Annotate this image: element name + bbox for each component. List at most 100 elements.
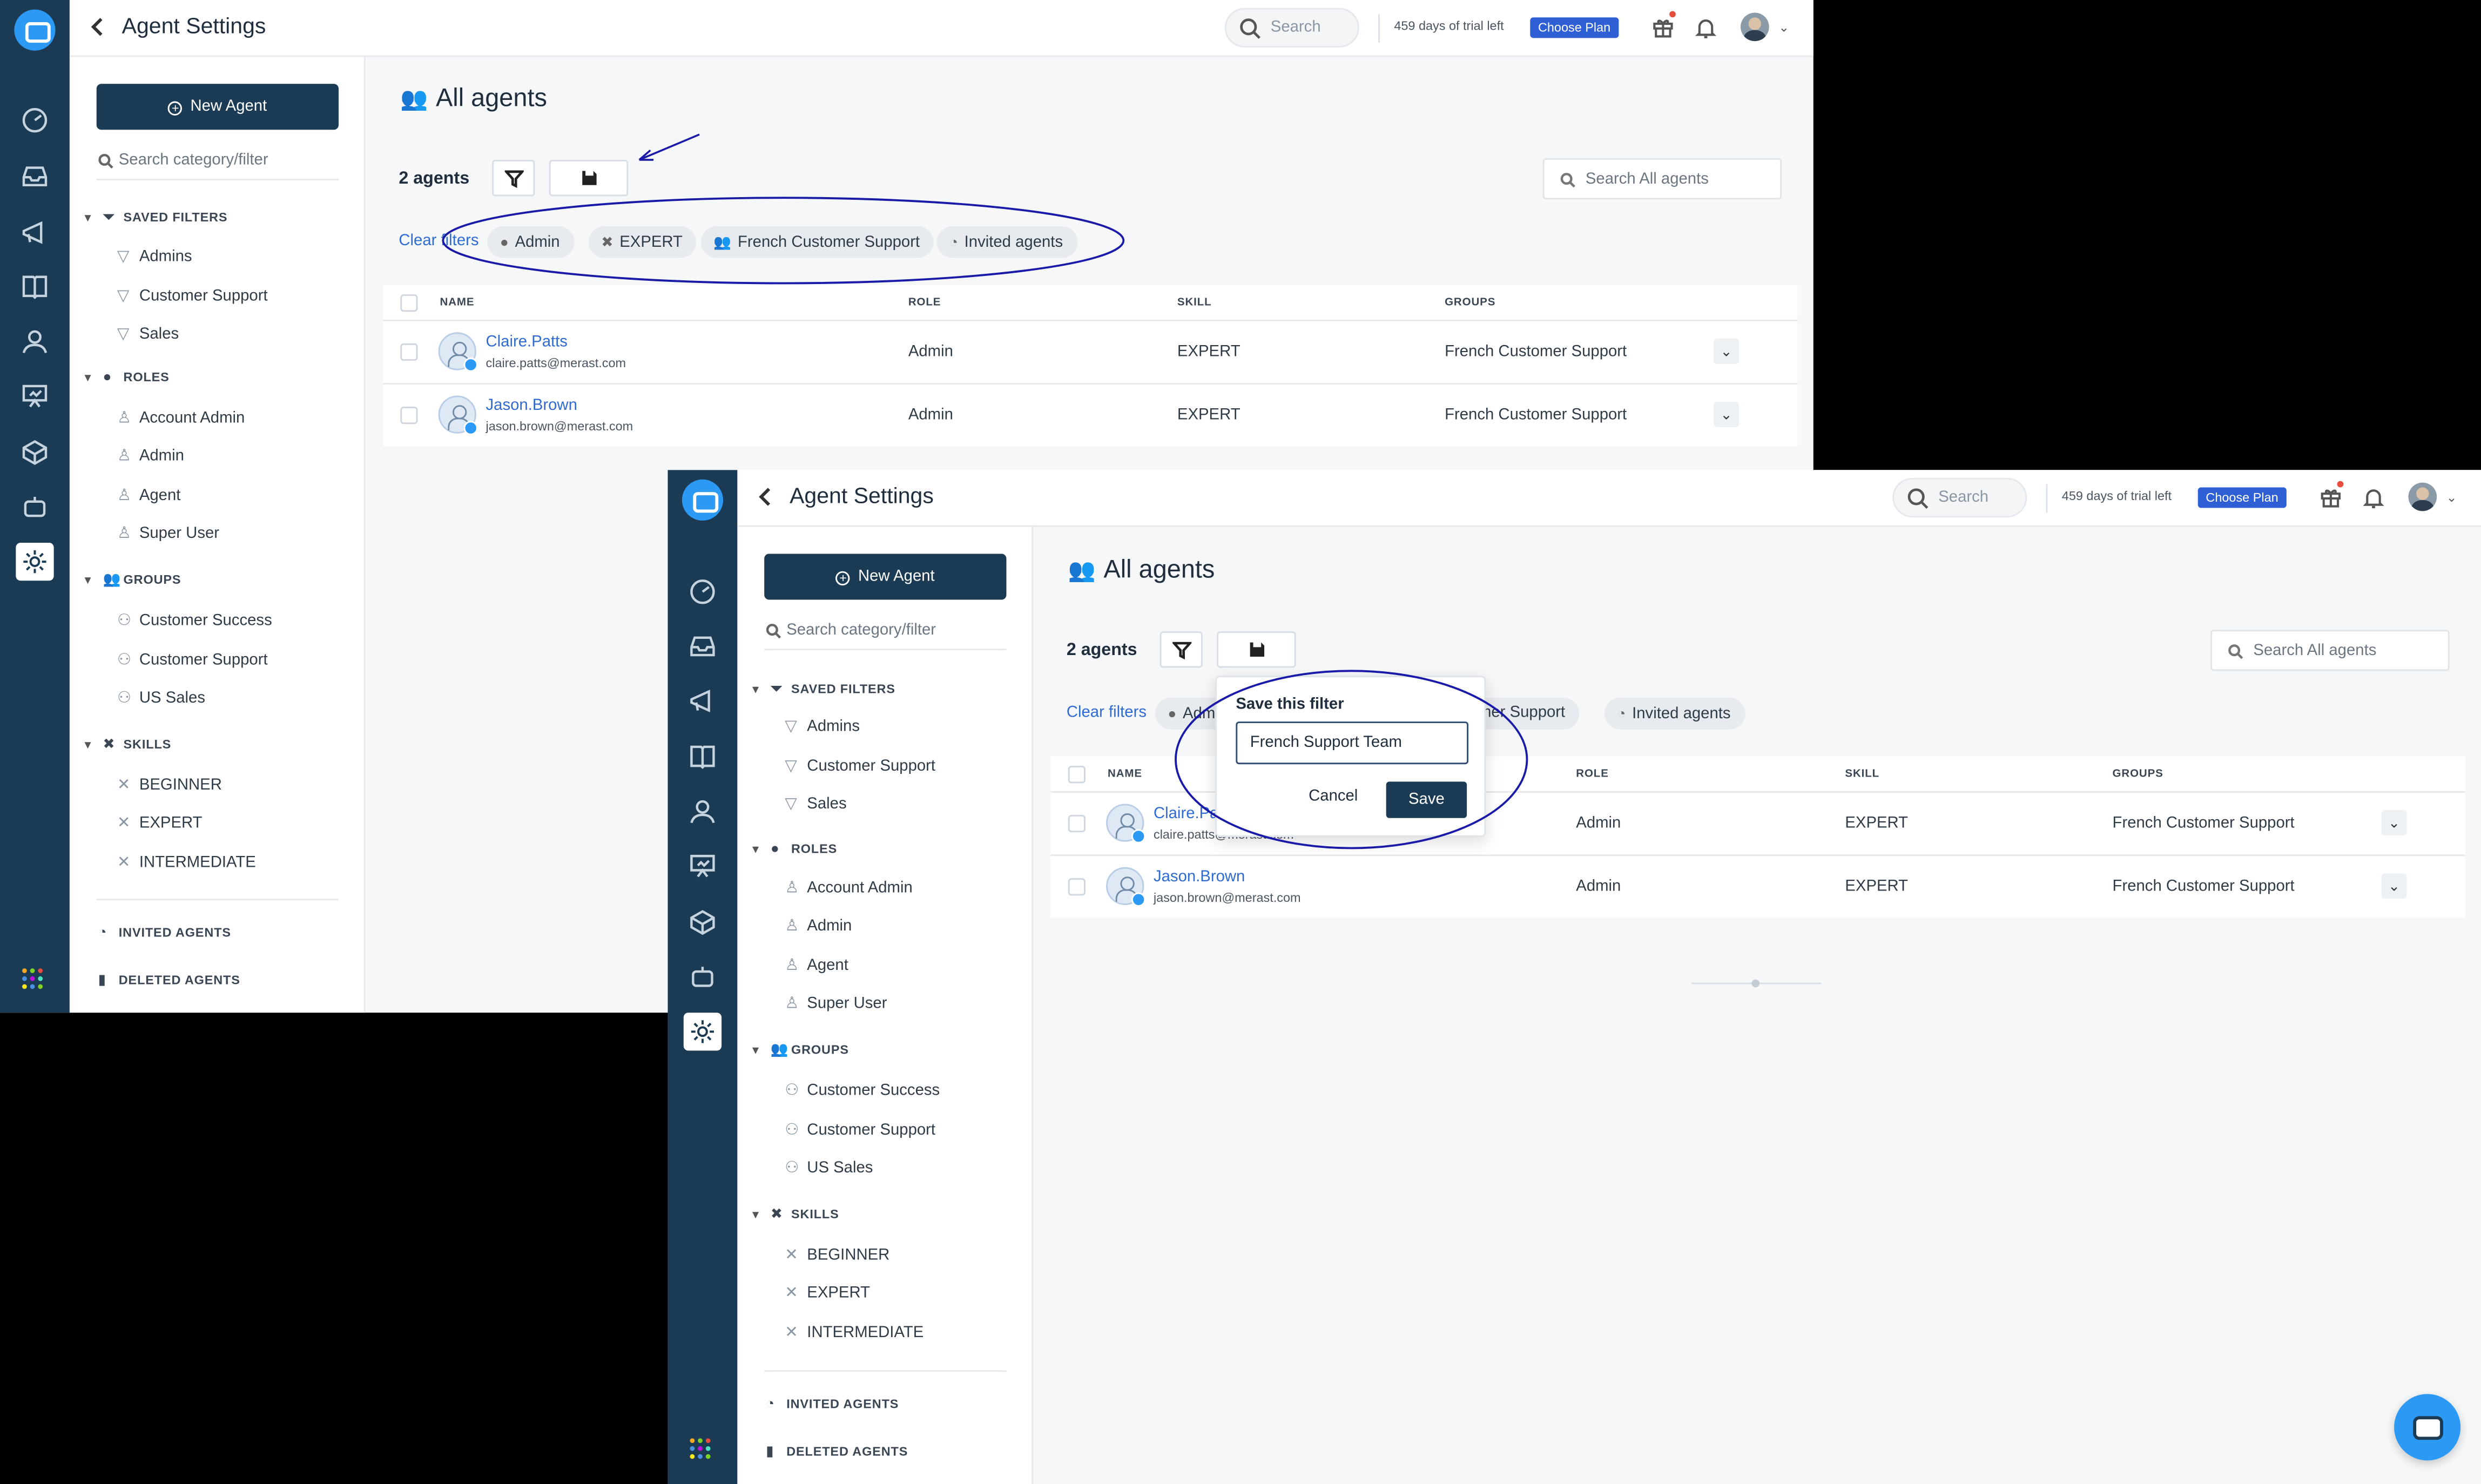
row-expand-chevron-icon[interactable]: ⌄ bbox=[1714, 339, 1740, 364]
section-roles[interactable]: ▼ ● ROLES bbox=[82, 369, 169, 385]
chevron-down-icon[interactable]: ⌄ bbox=[2446, 490, 2457, 504]
filter-chip-french-customer-support[interactable]: 👥 French Customer Support bbox=[700, 226, 934, 258]
row-checkbox[interactable] bbox=[1068, 878, 1086, 896]
skill-intermediate[interactable]: ✕ INTERMEDIATE bbox=[785, 1324, 923, 1341]
app-logo-icon[interactable] bbox=[682, 479, 724, 521]
app-logo-icon[interactable] bbox=[14, 9, 56, 51]
role-agent[interactable]: ♙ Agent bbox=[117, 487, 181, 504]
campaigns-icon[interactable] bbox=[19, 217, 51, 248]
save-filter-button[interactable] bbox=[549, 159, 629, 197]
filter-chip-invited-agents[interactable]: ◔ Invited agents bbox=[936, 226, 1077, 258]
row-expand-chevron-icon[interactable]: ⌄ bbox=[1714, 402, 1740, 428]
group-us-sales[interactable]: ⚇ US Sales bbox=[785, 1160, 873, 1177]
column-header-skill[interactable]: SKILL bbox=[1845, 769, 1879, 780]
skill-beginner[interactable]: ✕ BEGINNER bbox=[785, 1247, 889, 1264]
new-agent-button[interactable]: + New Agent bbox=[96, 84, 339, 130]
user-avatar[interactable] bbox=[1741, 12, 1769, 42]
back-arrow-icon[interactable] bbox=[85, 14, 111, 39]
marketplace-icon[interactable] bbox=[19, 437, 51, 469]
table-row[interactable]: Jason.Brown jason.brown@merast.com Admin… bbox=[1051, 856, 2465, 919]
deleted-agents-link[interactable]: ▮ DELETED AGENTS bbox=[98, 972, 240, 989]
skill-intermediate[interactable]: ✕ INTERMEDIATE bbox=[117, 854, 256, 872]
skill-expert[interactable]: ✕ EXPERT bbox=[785, 1285, 870, 1302]
back-arrow-icon[interactable] bbox=[753, 484, 779, 510]
role-admin[interactable]: ♙ Admin bbox=[117, 448, 184, 465]
role-admin[interactable]: ♙ Admin bbox=[785, 918, 852, 935]
saved-filter-sales[interactable]: ▽ Sales bbox=[785, 796, 846, 813]
save-button[interactable]: Save bbox=[1386, 781, 1467, 818]
gift-icon[interactable] bbox=[2320, 481, 2344, 508]
saved-filter-admins[interactable]: ▽ Admins bbox=[785, 718, 860, 736]
chevron-down-icon[interactable]: ⌄ bbox=[1778, 21, 1789, 35]
select-all-checkbox[interactable] bbox=[400, 294, 418, 312]
contacts-icon[interactable] bbox=[687, 796, 719, 828]
search-all-agents-input[interactable]: Search All agents bbox=[1542, 158, 1782, 200]
search-all-agents-input[interactable]: Search All agents bbox=[2210, 630, 2450, 671]
filter-button[interactable] bbox=[492, 159, 535, 197]
reports-icon[interactable] bbox=[687, 849, 719, 881]
apps-grid-icon[interactable] bbox=[22, 968, 44, 990]
saved-filter-customer-support[interactable]: ▽ Customer Support bbox=[117, 288, 268, 305]
section-saved-filters[interactable]: ▼ ⏷ SAVED FILTERS bbox=[82, 209, 227, 226]
filter-chip-expert[interactable]: ✖ EXPERT bbox=[588, 226, 697, 258]
role-agent[interactable]: ♙ Agent bbox=[785, 957, 848, 975]
category-search-input[interactable]: Search category/filter bbox=[96, 149, 339, 181]
column-header-skill[interactable]: SKILL bbox=[1177, 298, 1212, 309]
clear-filters-link[interactable]: Clear filters bbox=[1067, 704, 1147, 721]
chat-widget-button[interactable] bbox=[2394, 1394, 2461, 1461]
role-super-user[interactable]: ♙ Super User bbox=[785, 995, 887, 1013]
skill-expert[interactable]: ✕ EXPERT bbox=[117, 815, 203, 832]
group-customer-success[interactable]: ⚇ Customer Success bbox=[117, 612, 272, 630]
inbox-icon[interactable] bbox=[19, 160, 51, 192]
global-search[interactable]: Search bbox=[1892, 477, 2027, 518]
invited-agents-link[interactable]: ◔ INVITED AGENTS bbox=[766, 1395, 899, 1411]
campaigns-icon[interactable] bbox=[687, 685, 719, 717]
saved-filter-customer-support[interactable]: ▽ Customer Support bbox=[785, 758, 935, 775]
saved-filter-admins[interactable]: ▽ Admins bbox=[117, 248, 192, 266]
bot-icon[interactable] bbox=[19, 490, 51, 522]
category-search-input[interactable]: Search category/filter bbox=[764, 619, 1007, 651]
row-expand-chevron-icon[interactable]: ⌄ bbox=[2381, 810, 2407, 836]
new-agent-button[interactable]: + New Agent bbox=[764, 554, 1007, 600]
saved-filter-sales[interactable]: ▽ Sales bbox=[117, 326, 179, 343]
filter-button[interactable] bbox=[1159, 631, 1203, 668]
role-account-admin[interactable]: ♙ Account Admin bbox=[785, 880, 913, 897]
column-header-role[interactable]: ROLE bbox=[908, 298, 941, 309]
inbox-icon[interactable] bbox=[687, 630, 719, 662]
user-avatar[interactable] bbox=[2408, 482, 2437, 511]
apps-grid-icon[interactable] bbox=[690, 1438, 712, 1460]
column-header-groups[interactable]: GROUPS bbox=[1445, 298, 1495, 309]
column-header-groups[interactable]: GROUPS bbox=[2113, 769, 2163, 780]
choose-plan-button[interactable]: Choose Plan bbox=[2197, 487, 2287, 508]
section-groups[interactable]: ▼ 👥 GROUPS bbox=[82, 571, 181, 589]
dashboard-icon[interactable] bbox=[19, 104, 51, 136]
notifications-bell-icon[interactable] bbox=[1695, 17, 1717, 39]
choose-plan-button[interactable]: Choose Plan bbox=[1530, 17, 1619, 38]
agent-name-link[interactable]: Claire.Patts bbox=[486, 334, 568, 351]
dashboard-icon[interactable] bbox=[687, 576, 719, 608]
group-customer-support[interactable]: ⚇ Customer Support bbox=[117, 652, 268, 669]
row-checkbox[interactable] bbox=[1068, 814, 1086, 833]
marketplace-icon[interactable] bbox=[687, 907, 719, 939]
section-groups[interactable]: ▼ 👥 GROUPS bbox=[750, 1041, 849, 1058]
knowledge-base-icon[interactable] bbox=[19, 271, 51, 302]
gift-icon[interactable] bbox=[1652, 11, 1676, 38]
reports-icon[interactable] bbox=[19, 380, 51, 412]
table-row[interactable]: Claire.Patts claire.patts@merast.com Adm… bbox=[383, 321, 1798, 385]
knowledge-base-icon[interactable] bbox=[687, 740, 719, 772]
role-super-user[interactable]: ♙ Super User bbox=[117, 525, 219, 543]
agent-name-link[interactable]: Jason.Brown bbox=[486, 397, 577, 414]
save-filter-button[interactable] bbox=[1217, 631, 1296, 668]
filter-name-input[interactable] bbox=[1236, 721, 1469, 765]
clear-filters-link[interactable]: Clear filters bbox=[399, 233, 478, 250]
deleted-agents-link[interactable]: ▮ DELETED AGENTS bbox=[766, 1443, 908, 1460]
invited-agents-link[interactable]: ◔ INVITED AGENTS bbox=[98, 924, 231, 940]
role-account-admin[interactable]: ♙ Account Admin bbox=[117, 410, 245, 427]
row-expand-chevron-icon[interactable]: ⌄ bbox=[2381, 873, 2407, 899]
settings-icon[interactable] bbox=[683, 1013, 722, 1051]
section-saved-filters[interactable]: ▼ ⏷ SAVED FILTERS bbox=[750, 680, 895, 698]
notifications-bell-icon[interactable] bbox=[2362, 487, 2384, 509]
agent-name-link[interactable]: Jason.Brown bbox=[1154, 869, 1245, 886]
section-skills[interactable]: ▼ ✖ SKILLS bbox=[750, 1206, 839, 1223]
bot-icon[interactable] bbox=[687, 961, 719, 993]
